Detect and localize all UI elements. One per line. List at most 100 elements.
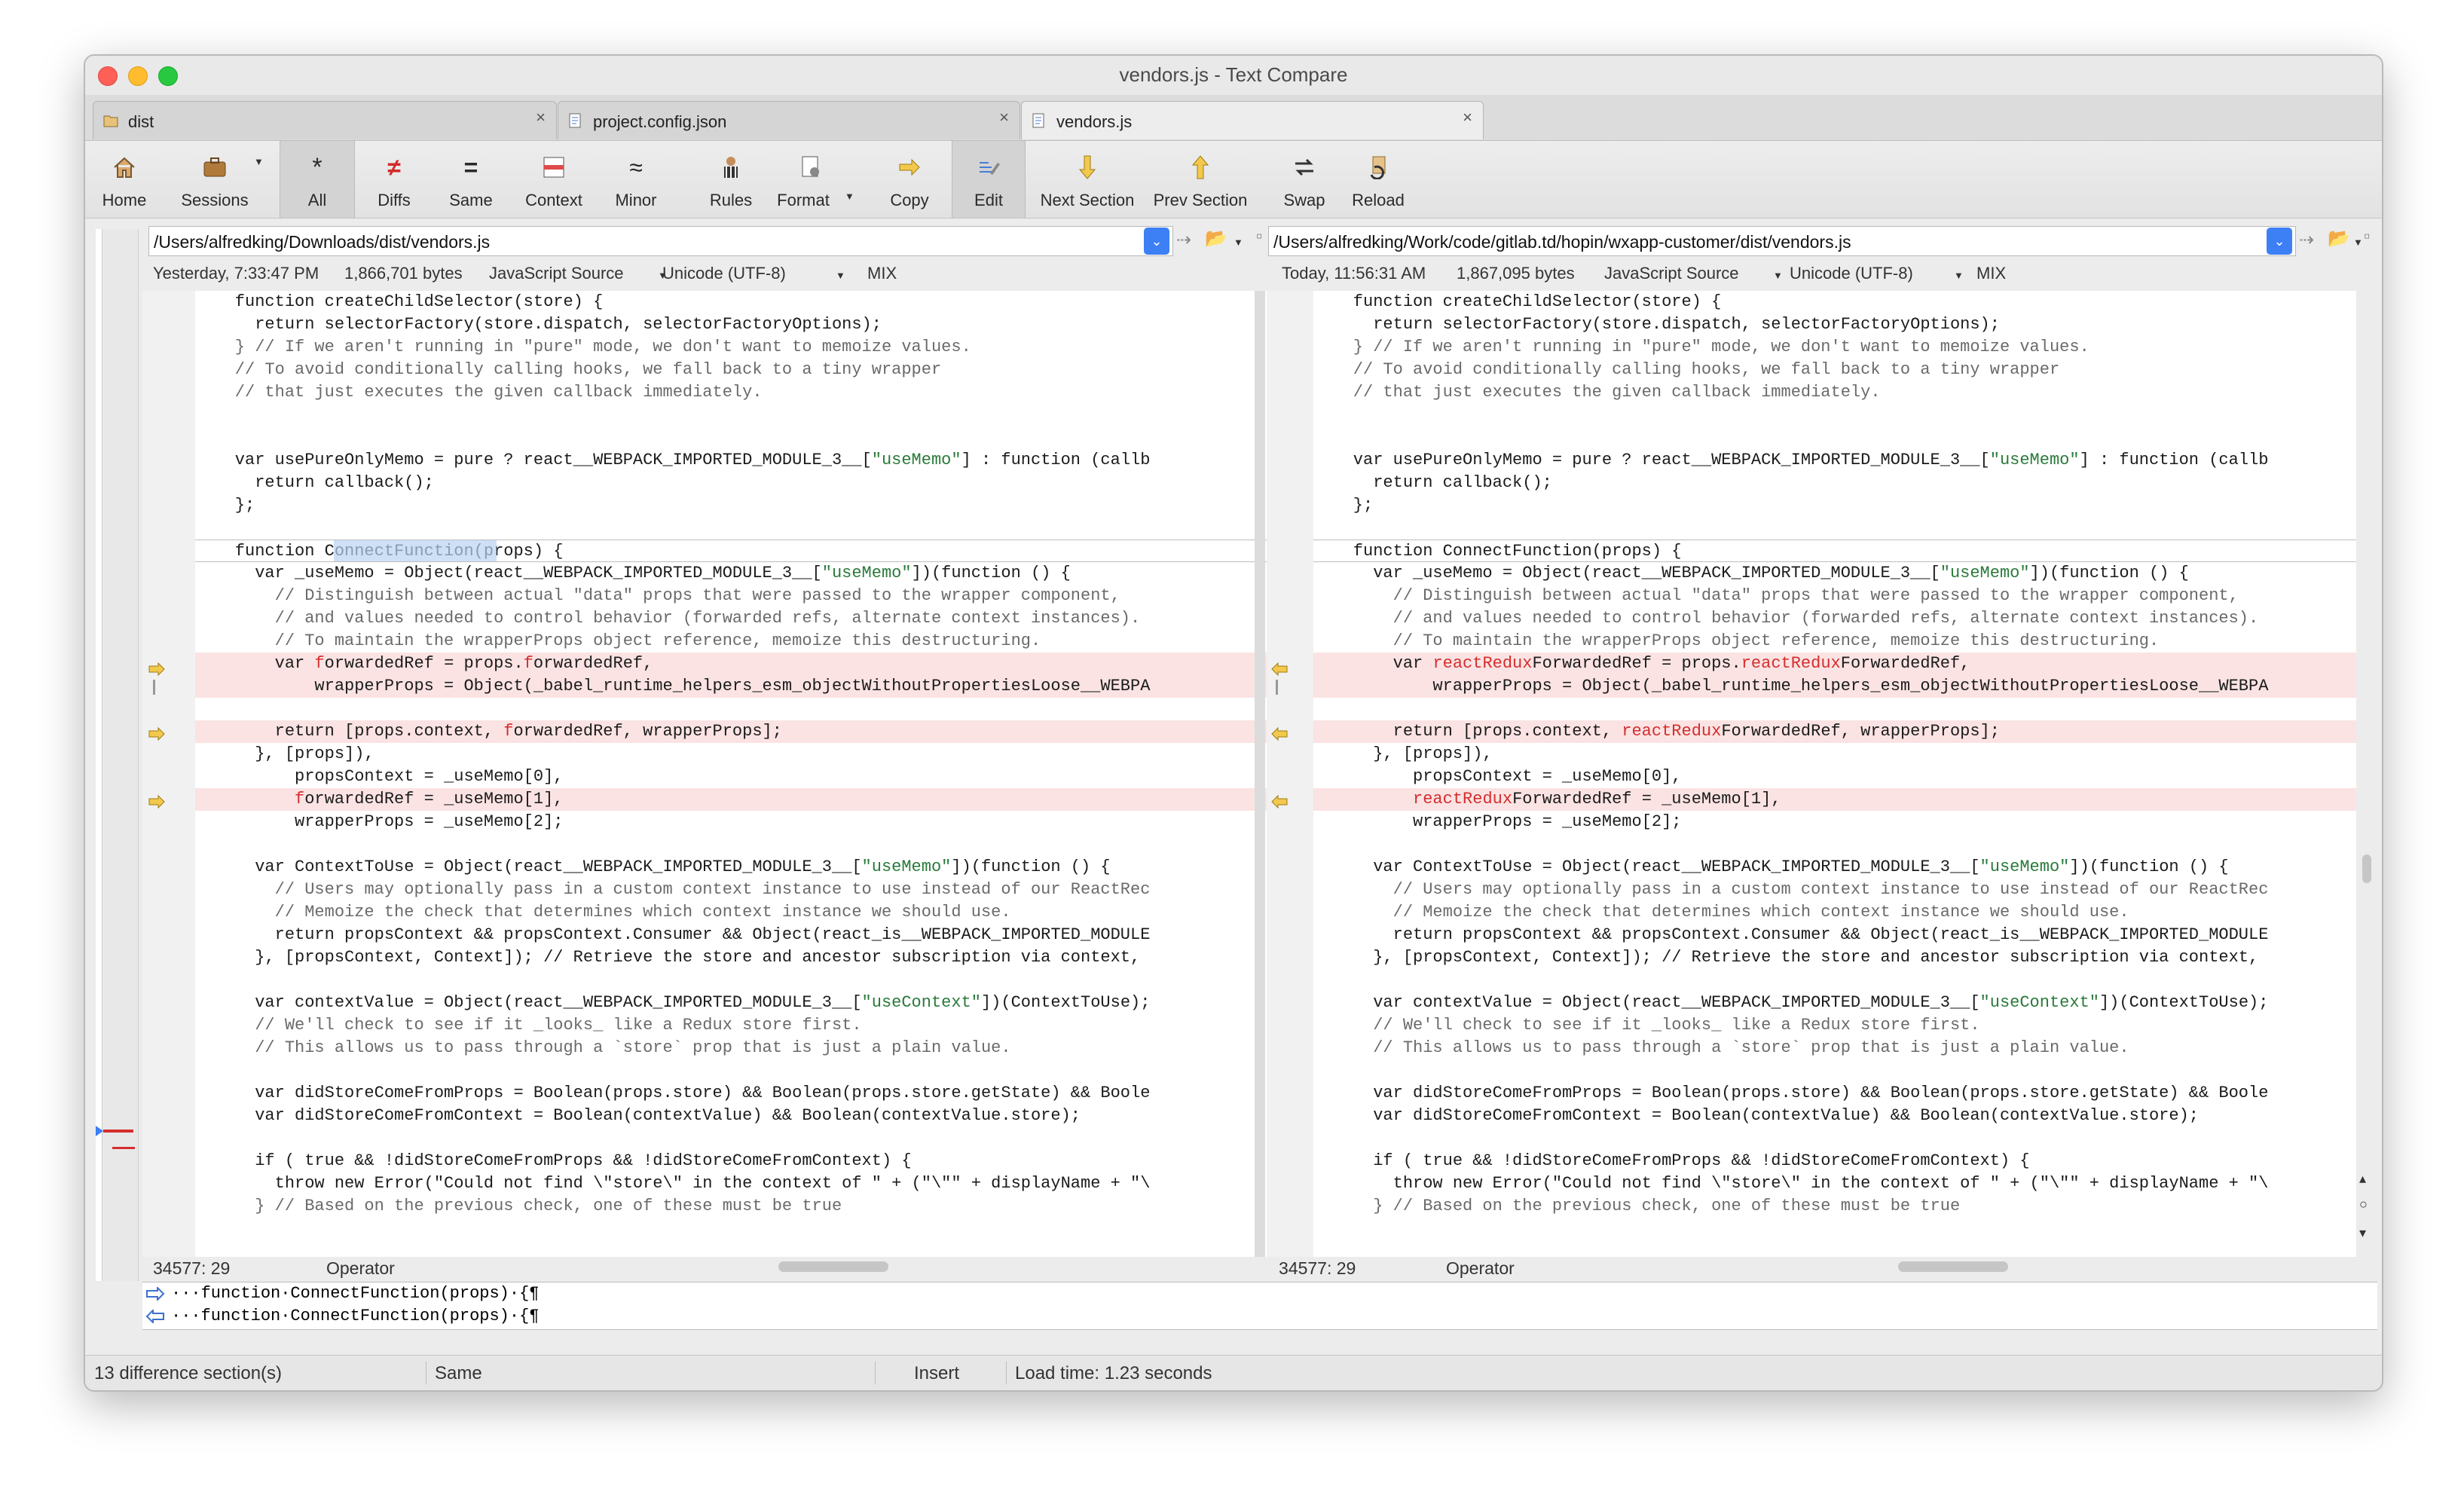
left-open-arrow-icon[interactable]: ⇢ bbox=[1176, 229, 1191, 251]
code-line: wrapperProps = _useMemo[2]; bbox=[195, 812, 564, 831]
right-path-dropdown-button[interactable]: ⌄ bbox=[2267, 228, 2292, 255]
next-section-button[interactable]: Next Section bbox=[1032, 141, 1143, 218]
rules-button[interactable]: Rules bbox=[694, 141, 768, 218]
edit-button[interactable]: Edit bbox=[952, 141, 1026, 218]
copy-left-arrow-icon[interactable] bbox=[1271, 727, 1288, 741]
swap-button[interactable]: Swap bbox=[1268, 141, 1341, 218]
window-title: vendors.js - Text Compare bbox=[1119, 63, 1348, 86]
copy-right-arrow-icon[interactable] bbox=[148, 727, 165, 741]
chevron-down-icon: ▼ bbox=[1773, 270, 1783, 281]
chevron-down-icon: ▼ bbox=[836, 270, 845, 281]
code-line: // To avoid conditionally calling hooks,… bbox=[1313, 360, 2060, 379]
code-line: // Users may optionally pass in a custom… bbox=[1313, 880, 2269, 899]
left-horizontal-scrollbar[interactable] bbox=[778, 1261, 888, 1272]
tab-vendors-js[interactable]: vendors.js × bbox=[1021, 101, 1484, 139]
right-encoding-select[interactable]: Unicode (UTF-8) bbox=[1790, 264, 1913, 283]
home-button[interactable]: Home bbox=[85, 141, 164, 218]
code-line: // This allows us to pass through a `sto… bbox=[195, 1038, 1011, 1057]
scroll-up-icon[interactable]: ▴ bbox=[2359, 1171, 2366, 1187]
comparison-state: Same bbox=[435, 1363, 482, 1383]
tab-dist[interactable]: dist × bbox=[93, 101, 557, 139]
chevron-down-icon: ▼ bbox=[845, 191, 854, 202]
overview-diff-marker bbox=[103, 1130, 133, 1133]
left-diff-gutter bbox=[142, 291, 195, 1257]
code-line: var contextValue = Object(react__WEBPACK… bbox=[195, 993, 1151, 1012]
overview-strip[interactable] bbox=[96, 229, 139, 1281]
code-line: if ( true && !didStoreComeFromProps && !… bbox=[195, 1151, 912, 1170]
copy-button[interactable]: Copy bbox=[873, 141, 946, 218]
close-tab-icon[interactable]: × bbox=[536, 108, 546, 127]
left-folder-icon[interactable]: 📂 bbox=[1205, 228, 1227, 249]
copy-right-arrow-icon[interactable] bbox=[148, 795, 165, 809]
tab-label: vendors.js bbox=[1056, 112, 1133, 131]
referee-icon bbox=[724, 157, 738, 178]
right-vertical-scrollbar[interactable] bbox=[2362, 854, 2371, 883]
left-encoding-select[interactable]: Unicode (UTF-8) bbox=[662, 264, 786, 283]
scroll-down-icon[interactable]: ▾ bbox=[2359, 1225, 2366, 1241]
right-save-icon[interactable]: ▫ bbox=[2364, 226, 2371, 247]
tab-bar: dist × project.config.json × vendors.js … bbox=[85, 95, 2382, 141]
left-path-input[interactable]: /Users/alfredking/Downloads/dist/vendors… bbox=[148, 226, 1173, 256]
left-file-size: 1,866,701 bytes bbox=[344, 264, 463, 283]
right-code-view[interactable]: function createChildSelector(store) { re… bbox=[1313, 291, 2356, 1257]
context-button[interactable]: Context bbox=[513, 141, 595, 218]
code-line: // To maintain the wrapperProps object r… bbox=[195, 631, 1041, 650]
status-bar: 13 difference section(s) Same Insert Loa… bbox=[85, 1355, 2382, 1390]
left-path-dropdown-button[interactable]: ⌄ bbox=[1144, 228, 1169, 255]
arrow-down-icon bbox=[1079, 155, 1096, 179]
diffs-button[interactable]: ≠ Diffs bbox=[358, 141, 430, 218]
reload-icon bbox=[1370, 156, 1386, 179]
tab-project-config[interactable]: project.config.json × bbox=[558, 101, 1020, 139]
code-line: var usePureOnlyMemo = pure ? react__WEBP… bbox=[195, 451, 1151, 469]
sessions-button[interactable]: Sessions ▼ bbox=[167, 141, 264, 218]
pane-splitter[interactable] bbox=[1255, 291, 1265, 1257]
minor-button[interactable]: ≈ Minor bbox=[599, 141, 673, 218]
left-save-icon[interactable]: ▫ bbox=[1256, 226, 1263, 247]
code-line: // We'll check to see if it _looks_ like… bbox=[1313, 1016, 1980, 1035]
code-line-diff: return [props.context, forwardedRef, wra… bbox=[195, 720, 1322, 743]
folder-icon bbox=[103, 115, 118, 127]
format-button[interactable]: Format ▼ bbox=[766, 141, 855, 218]
right-open-arrow-icon[interactable]: ⇢ bbox=[2299, 229, 2314, 251]
left-lineend[interactable]: MIX bbox=[867, 264, 897, 283]
prev-section-button[interactable]: Prev Section bbox=[1145, 141, 1256, 218]
scroll-center-icon[interactable]: ○ bbox=[2359, 1197, 2368, 1212]
right-lineend[interactable]: MIX bbox=[1976, 264, 2006, 283]
code-line: // Distinguish between actual "data" pro… bbox=[1313, 586, 2239, 605]
left-token-type: Operator bbox=[326, 1258, 395, 1278]
reload-button[interactable]: Reload bbox=[1341, 141, 1416, 218]
copy-left-arrow-icon[interactable] bbox=[1271, 795, 1288, 809]
code-line-diff: forwardedRef = _useMemo[1], bbox=[195, 788, 1322, 811]
right-horizontal-scrollbar[interactable] bbox=[1898, 1261, 2008, 1272]
left-format-select[interactable]: JavaScript Source bbox=[489, 264, 624, 283]
home-icon bbox=[114, 157, 135, 178]
code-line: return selectorFactory(store.dispatch, s… bbox=[1313, 315, 2000, 334]
code-line-diff: reactReduxForwardedRef = _useMemo[1], bbox=[1313, 788, 2356, 811]
all-button[interactable]: * All bbox=[280, 141, 355, 218]
code-line: // that just executes the given callback… bbox=[195, 383, 763, 402]
right-path-input[interactable]: /Users/alfredking/Work/code/gitlab.td/ho… bbox=[1268, 226, 2296, 256]
line-detail-pane[interactable]: ···function·ConnectFunction(props)·{¶ ··… bbox=[142, 1282, 2377, 1330]
code-line: }; bbox=[195, 496, 255, 515]
approx-icon: ≈ bbox=[629, 153, 643, 181]
left-code-view[interactable]: function createChildSelector(store) { re… bbox=[195, 291, 1322, 1257]
code-line: // and values needed to control behavior… bbox=[1313, 609, 2259, 628]
close-tab-icon[interactable]: × bbox=[1463, 108, 1472, 127]
code-line: throw new Error("Could not find \"store\… bbox=[195, 1174, 1151, 1193]
code-line: return callback(); bbox=[1313, 473, 1552, 492]
code-line: }, [props]), bbox=[195, 744, 374, 763]
close-tab-icon[interactable]: × bbox=[999, 108, 1009, 127]
right-folder-icon[interactable]: 📂 bbox=[2328, 228, 2350, 249]
edit-mode: Insert bbox=[914, 1363, 960, 1383]
file-compare-icon bbox=[569, 113, 581, 128]
code-line: var ContextToUse = Object(react__WEBPACK… bbox=[195, 857, 1111, 876]
copy-left-arrow-icon[interactable] bbox=[1271, 662, 1288, 676]
code-line: var didStoreComeFromContext = Boolean(co… bbox=[195, 1106, 1081, 1125]
copy-right-arrow-icon[interactable] bbox=[148, 662, 165, 676]
right-format-select[interactable]: JavaScript Source bbox=[1604, 264, 1739, 283]
code-line: // This allows us to pass through a `sto… bbox=[1313, 1038, 2129, 1057]
code-line: propsContext = _useMemo[0], bbox=[1313, 767, 1682, 786]
same-button[interactable]: = Same bbox=[435, 141, 507, 218]
code-line: wrapperProps = _useMemo[2]; bbox=[1313, 812, 1682, 831]
right-diff-gutter bbox=[1267, 291, 1313, 1257]
